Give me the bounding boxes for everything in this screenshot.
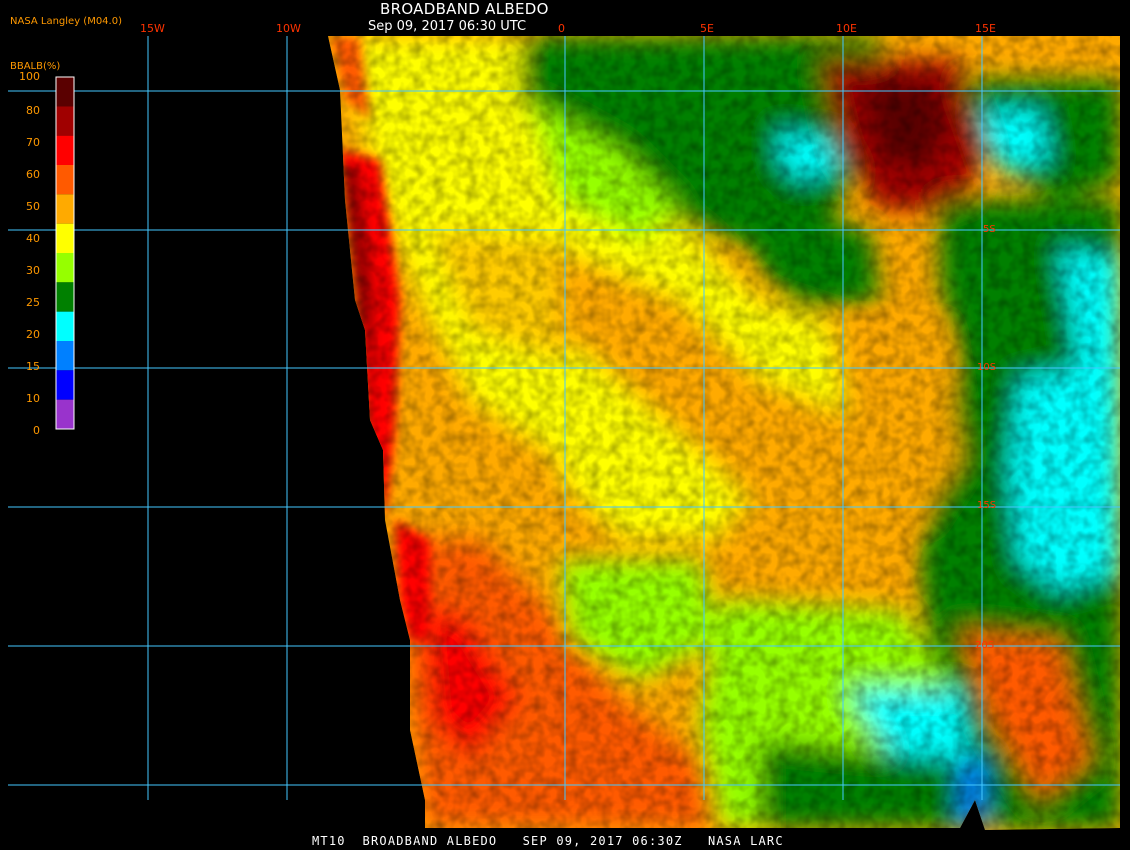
legend-tick-label: 80 — [26, 104, 40, 117]
legend-tick-label: 0 — [33, 424, 40, 437]
legend-bin — [56, 282, 74, 312]
legend-tick-label: 20 — [26, 328, 40, 341]
legend-tick-label: 30 — [26, 264, 40, 277]
longitude-label: 15E — [975, 22, 996, 35]
legend-title: BBALB(%) — [10, 61, 61, 72]
legend-bin — [56, 341, 74, 371]
legend-bin — [56, 311, 74, 341]
legend-bin — [56, 135, 74, 165]
legend-bin — [56, 194, 74, 224]
longitude-label: 10E — [836, 22, 857, 35]
legend-tick-label: 15 — [26, 360, 40, 373]
albedo-map-view: 100 80 70 60 50 40 30 25 20 15 10 0 15W 10W 0 5E 10E 15E… — [0, 0, 1130, 850]
legend-tick-label: 70 — [26, 136, 40, 149]
legend-tick-label: 25 — [26, 296, 40, 309]
legend-bin — [56, 165, 74, 195]
albedo-map — [8, 36, 1120, 830]
legend-tick-label: 10 — [26, 392, 40, 405]
legend-bin — [56, 223, 74, 253]
legend-bin — [56, 106, 74, 136]
latitude-label: 10S — [977, 362, 997, 373]
latitude-label: 5S — [983, 224, 996, 235]
longitude-label: 0 — [558, 22, 565, 35]
latitude-label: 20S — [975, 640, 995, 651]
legend-bin — [56, 370, 74, 400]
longitude-label: 10W — [276, 22, 301, 35]
albedo-imagery — [328, 36, 1120, 830]
footer-caption: MT10 BROADBAND ALBEDO SEP 09, 2017 06:30… — [312, 834, 784, 848]
legend-tick-label: 50 — [26, 200, 40, 213]
latitude-label: 15S — [977, 500, 997, 511]
legend-tick-label: 60 — [26, 168, 40, 181]
longitude-label: 5E — [700, 22, 714, 35]
legend-tick-label: 40 — [26, 232, 40, 245]
map-title: BROADBAND ALBEDO — [380, 0, 549, 18]
legend-bin — [56, 77, 74, 107]
longitude-label: 15W — [140, 22, 165, 35]
map-datetime: Sep 09, 2017 06:30 UTC — [368, 19, 527, 34]
credit-label: NASA Langley (M04.0) — [10, 16, 122, 27]
albedo-legend-bar — [55, 76, 75, 430]
legend-bin — [56, 253, 74, 283]
legend-bin — [56, 399, 74, 429]
